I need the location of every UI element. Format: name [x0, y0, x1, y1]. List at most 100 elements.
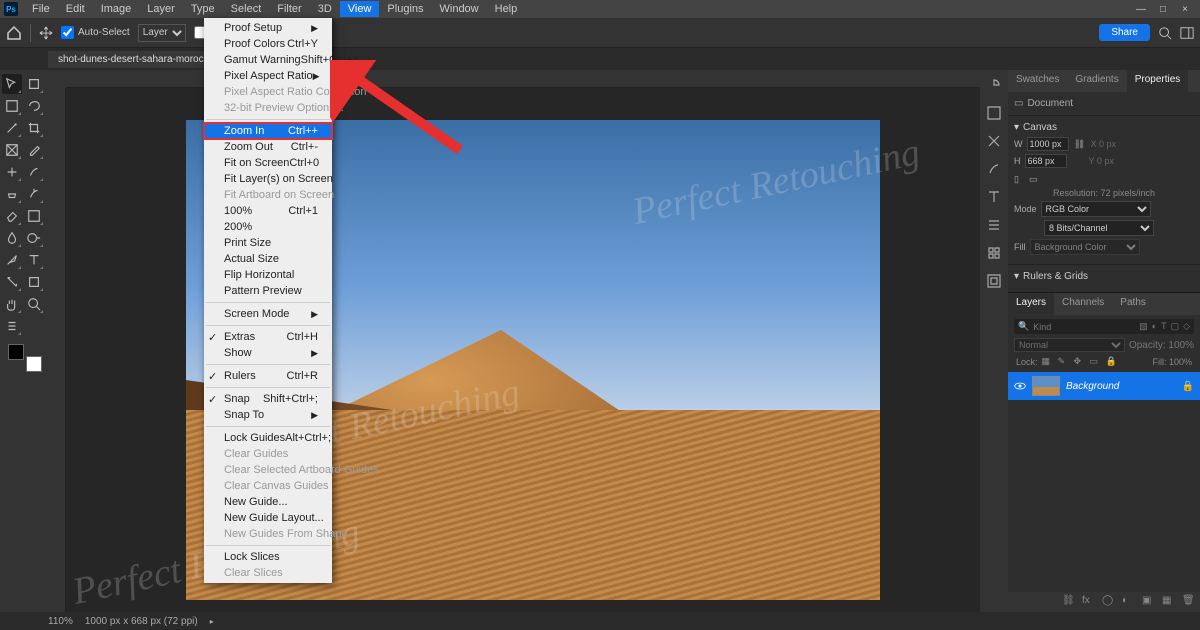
landscape-icon[interactable]: ▭	[1029, 174, 1038, 185]
layer-background[interactable]: Background 🔒	[1008, 372, 1200, 400]
move-tool[interactable]	[2, 74, 22, 94]
lasso-tool[interactable]	[24, 96, 44, 116]
brush-tool[interactable]	[24, 162, 44, 182]
home-button[interactable]	[6, 25, 22, 41]
menu-item-show[interactable]: Show▶	[204, 345, 332, 361]
menu-item-extras[interactable]: ✓ExtrasCtrl+H	[204, 329, 332, 345]
search-icon[interactable]	[1158, 26, 1172, 40]
text-icon[interactable]	[985, 188, 1003, 206]
menu-file[interactable]: File	[24, 1, 58, 17]
filter-smart-icon[interactable]: ◇	[1183, 321, 1190, 332]
lock-icon[interactable]: 🔒	[1182, 381, 1194, 392]
menu-item-new-guide-layout-[interactable]: New Guide Layout...	[204, 510, 332, 526]
menu-select[interactable]: Select	[223, 1, 270, 17]
tab-gradients[interactable]: Gradients	[1067, 70, 1126, 92]
menu-window[interactable]: Window	[432, 1, 487, 17]
foreground-background-colors[interactable]	[6, 344, 46, 374]
menu-item-proof-colors[interactable]: Proof ColorsCtrl+Y	[204, 36, 332, 52]
marquee-tool[interactable]	[2, 96, 22, 116]
eyedropper-tool[interactable]	[24, 140, 44, 160]
menu-item-screen-mode[interactable]: Screen Mode▶	[204, 306, 332, 322]
menu-item-200-[interactable]: 200%	[204, 219, 332, 235]
menu-item-print-size[interactable]: Print Size	[204, 235, 332, 251]
zoom-level[interactable]: 110%	[48, 616, 73, 627]
rulers-grids-header[interactable]: Rulers & Grids	[1023, 271, 1088, 282]
menu-view[interactable]: View	[340, 1, 380, 17]
lock-position-icon[interactable]: ✥	[1074, 356, 1086, 368]
tab-swatches[interactable]: Swatches	[1008, 70, 1067, 92]
menu-item-lock-slices[interactable]: Lock Slices	[204, 549, 332, 565]
mask-icon[interactable]: ◯	[1102, 595, 1116, 609]
menu-item-proof-setup[interactable]: Proof Setup▶	[204, 20, 332, 36]
menu-item-new-guide-[interactable]: New Guide...	[204, 494, 332, 510]
menu-filter[interactable]: Filter	[269, 1, 309, 17]
history-icon[interactable]	[985, 76, 1003, 94]
adjustment-icon[interactable]: ◐	[1122, 595, 1136, 609]
hand-tool[interactable]	[2, 294, 22, 314]
styles-icon[interactable]	[985, 272, 1003, 290]
close-window-button[interactable]: ×	[1174, 4, 1196, 15]
share-button[interactable]: Share	[1099, 24, 1150, 41]
filter-adj-icon[interactable]: ◐	[1152, 321, 1157, 332]
frame-tool[interactable]	[2, 140, 22, 160]
menu-item-gamut-warning[interactable]: Gamut WarningShift+Ctrl+Y	[204, 52, 332, 68]
height-input[interactable]	[1025, 154, 1067, 168]
artboard-tool[interactable]	[24, 74, 44, 94]
menu-item-zoom-in[interactable]: Zoom InCtrl++	[204, 123, 332, 139]
auto-select-checkbox[interactable]: Auto-Select	[61, 26, 130, 39]
tab-channels[interactable]: Channels	[1054, 293, 1112, 315]
link-layers-icon[interactable]: ⛓	[1062, 595, 1076, 609]
menu-item-lock-guides[interactable]: Lock GuidesAlt+Ctrl+;	[204, 430, 332, 446]
menu-item-flip-horizontal[interactable]: Flip Horizontal	[204, 267, 332, 283]
history-brush-tool[interactable]	[24, 184, 44, 204]
stamp-tool[interactable]	[2, 184, 22, 204]
minimize-button[interactable]: —	[1130, 4, 1152, 15]
edit-toolbar[interactable]	[2, 316, 22, 336]
lock-transparent-icon[interactable]: ▦	[1042, 356, 1054, 368]
blur-tool[interactable]	[2, 228, 22, 248]
color-icon[interactable]	[985, 104, 1003, 122]
type-tool[interactable]	[24, 250, 44, 270]
menu-item-actual-size[interactable]: Actual Size	[204, 251, 332, 267]
menu-plugins[interactable]: Plugins	[379, 1, 431, 17]
auto-select-dropdown[interactable]: Layer	[138, 24, 186, 42]
menu-edit[interactable]: Edit	[58, 1, 93, 17]
menu-item-snap[interactable]: ✓SnapShift+Ctrl+;	[204, 391, 332, 407]
brushes-icon[interactable]	[985, 160, 1003, 178]
shape-tool[interactable]	[24, 272, 44, 292]
lock-pixels-icon[interactable]: ✎	[1058, 356, 1070, 368]
vertical-ruler[interactable]	[48, 88, 66, 612]
menu-3d[interactable]: 3D	[310, 1, 340, 17]
fill-dropdown[interactable]: Background Color	[1030, 239, 1140, 255]
menu-item-fit-on-screen[interactable]: Fit on ScreenCtrl+0	[204, 155, 332, 171]
new-layer-icon[interactable]: ▦	[1162, 595, 1176, 609]
link-dimensions-icon[interactable]: ⛓	[1073, 139, 1087, 150]
group-icon[interactable]: ▣	[1142, 595, 1156, 609]
menu-help[interactable]: Help	[487, 1, 526, 17]
bit-depth-dropdown[interactable]: 8 Bits/Channel	[1044, 220, 1154, 236]
crop-tool[interactable]	[24, 118, 44, 138]
paragraph-icon[interactable]	[985, 216, 1003, 234]
tab-layers[interactable]: Layers	[1008, 293, 1054, 315]
filter-type-icon[interactable]: T	[1161, 321, 1167, 332]
path-tool[interactable]	[2, 272, 22, 292]
magic-wand-tool[interactable]	[2, 118, 22, 138]
menu-type[interactable]: Type	[183, 1, 223, 17]
workspace-icon[interactable]	[1180, 26, 1194, 40]
gradient-tool[interactable]	[24, 206, 44, 226]
maximize-button[interactable]: □	[1152, 4, 1174, 15]
width-input[interactable]	[1027, 137, 1069, 151]
menu-item-pattern-preview[interactable]: Pattern Preview	[204, 283, 332, 299]
zoom-tool[interactable]	[24, 294, 44, 314]
eraser-tool[interactable]	[2, 206, 22, 226]
pen-tool[interactable]	[2, 250, 22, 270]
menu-item-zoom-out[interactable]: Zoom OutCtrl+-	[204, 139, 332, 155]
fx-icon[interactable]: fx	[1082, 595, 1096, 609]
canvas-section-header[interactable]: Canvas	[1023, 122, 1057, 133]
spot-heal-tool[interactable]	[2, 162, 22, 182]
menu-item-snap-to[interactable]: Snap To▶	[204, 407, 332, 423]
delete-layer-icon[interactable]: 🗑	[1182, 595, 1196, 609]
document-info[interactable]: 1000 px x 668 px (72 ppi)	[85, 616, 198, 627]
lock-all-icon[interactable]: 🔒	[1106, 356, 1118, 368]
blend-mode-dropdown[interactable]: Normal	[1014, 338, 1125, 352]
